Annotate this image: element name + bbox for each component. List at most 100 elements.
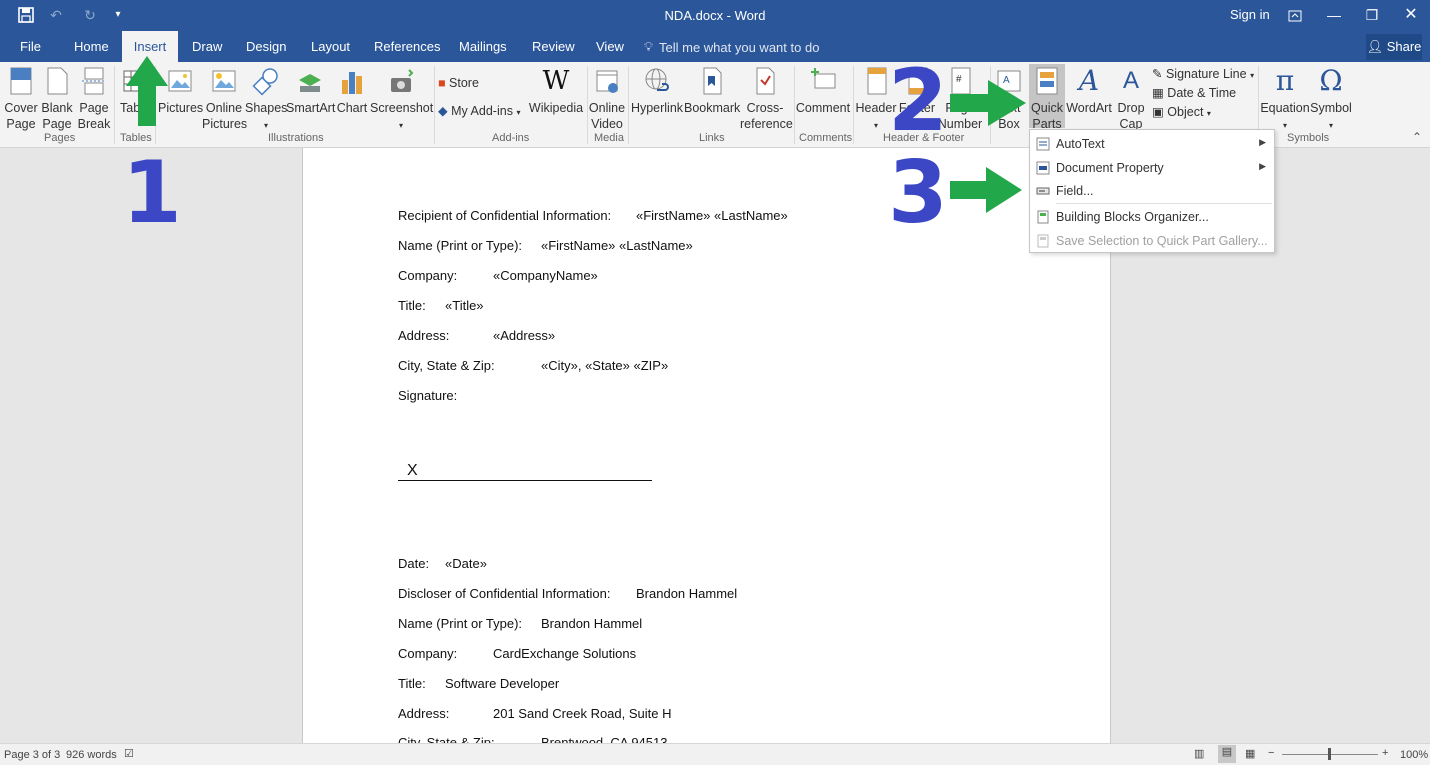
signature-line-button[interactable]: ✎ Signature Line ▾ — [1152, 66, 1254, 84]
menu-item-document-property[interactable]: Document Property ▶ — [1030, 156, 1274, 180]
collapse-ribbon-icon[interactable]: ⌃ — [1412, 130, 1422, 144]
zoom-slider-thumb[interactable] — [1328, 748, 1331, 760]
document-property-label: Document Property — [1056, 161, 1164, 175]
shapes-button[interactable]: Shapes ▾ — [245, 66, 287, 134]
address2-label: Address: — [398, 706, 450, 721]
undo-icon[interactable]: ↶ — [48, 7, 64, 23]
share-button[interactable]: 👤︎ Share — [1366, 34, 1422, 60]
zoom-in-icon[interactable]: + — [1382, 747, 1388, 759]
zoom-level[interactable]: 100% — [1400, 749, 1428, 761]
ribbon-display-options-icon[interactable] — [1276, 0, 1314, 31]
shapes-label: Shapes — [245, 101, 288, 115]
quick-parts-icon — [1036, 67, 1058, 95]
name2-value: Brandon Hammel — [541, 616, 643, 631]
menu-separator — [1056, 203, 1272, 204]
pi-icon: π — [1275, 64, 1295, 97]
object-button[interactable]: ▣ Object ▾ — [1152, 104, 1211, 122]
tab-draw[interactable]: Draw — [190, 31, 224, 62]
share-label: Share — [1386, 39, 1422, 54]
drop-cap-button[interactable]: A Drop Cap — [1114, 66, 1148, 132]
autotext-label: AutoText — [1056, 137, 1105, 151]
read-mode-icon[interactable]: ▥ — [1194, 747, 1204, 760]
step-3-number: 3 — [888, 143, 948, 243]
date-time-button[interactable]: ▦ Date & Time — [1152, 85, 1236, 101]
date-label: Date: — [398, 556, 430, 571]
comments-group-label: Comments — [799, 132, 853, 144]
screenshot-button[interactable]: Screenshot ▾ — [370, 66, 433, 134]
media-group-label: Media — [594, 132, 624, 144]
equation-button[interactable]: π Equation ▾ — [1260, 66, 1310, 134]
cross-reference-icon — [756, 67, 775, 95]
print-layout-icon[interactable]: ▤ — [1218, 745, 1236, 763]
signature-line-label: Signature Line — [1165, 67, 1247, 81]
tell-me-search[interactable]: Tell me what you want to do — [659, 40, 819, 55]
sign-in-link[interactable]: Sign in — [1230, 7, 1270, 22]
menu-item-autotext[interactable]: AutoText ▶ — [1030, 132, 1274, 156]
hyperlink-icon — [645, 68, 669, 91]
separator — [434, 66, 435, 144]
date-value: «Date» — [445, 556, 487, 571]
cross-reference-button[interactable]: Cross- reference — [740, 66, 793, 132]
customize-qat-icon[interactable]: ▾ — [110, 7, 126, 23]
quick-parts-button[interactable]: Quick Parts — [1029, 64, 1065, 131]
proofing-icon[interactable]: ☑ — [124, 747, 134, 760]
symbol-button[interactable]: Ω Symbol ▾ — [1310, 66, 1352, 134]
object-icon: ▣ — [1152, 105, 1164, 119]
tab-mailings[interactable]: Mailings — [457, 31, 509, 62]
comment-button[interactable]: Comment — [795, 66, 851, 116]
blank-page-icon — [47, 67, 68, 95]
tab-review[interactable]: Review — [530, 31, 577, 62]
zoom-out-icon[interactable]: − — [1268, 747, 1274, 759]
tab-layout[interactable]: Layout — [309, 31, 352, 62]
save-icon[interactable] — [18, 7, 34, 23]
cover-page-button[interactable]: Cover Page — [3, 66, 39, 132]
smartart-label: SmartArt — [286, 101, 336, 115]
word-count[interactable]: 926 words — [66, 749, 117, 761]
tab-references[interactable]: References — [372, 31, 442, 62]
hyperlink-button[interactable]: Hyperlink — [630, 66, 684, 116]
quick-parts-menu: AutoText ▶ Document Property ▶ Field... … — [1029, 129, 1275, 253]
signature-line-dropdown-icon: ▾ — [1250, 71, 1255, 80]
bookmark-button[interactable]: Bookmark — [684, 66, 740, 116]
address1-label: Address: — [398, 328, 450, 343]
tab-home[interactable]: Home — [72, 31, 111, 62]
wikipedia-icon: W — [542, 66, 570, 96]
my-addins-button[interactable]: ◆ My Add-ins ▾ — [438, 103, 520, 121]
document-page[interactable]: Recipient of Confidential Information: «… — [302, 148, 1111, 750]
store-button[interactable]: ■ Store — [438, 75, 479, 91]
chart-button[interactable]: Chart — [336, 66, 368, 116]
drop-cap-label: Drop Cap — [1117, 101, 1145, 131]
online-pictures-button[interactable]: Online Pictures — [202, 66, 247, 132]
menu-item-save-selection[interactable]: Save Selection to Quick Part Gallery... — [1030, 229, 1274, 253]
person-icon: 👤︎ — [1366, 39, 1387, 54]
shapes-icon — [252, 68, 278, 96]
discloser-label: Discloser of Confidential Information: — [398, 586, 611, 601]
menu-item-field[interactable]: Field... — [1030, 179, 1274, 203]
blank-page-button[interactable]: Blank Page — [40, 66, 74, 132]
smartart-button[interactable]: SmartArt — [286, 66, 336, 116]
tab-view[interactable]: View — [594, 31, 626, 62]
page-break-button[interactable]: Page Break — [76, 66, 112, 132]
online-video-button[interactable]: Online Video — [588, 66, 626, 132]
building-blocks-icon — [1037, 210, 1049, 224]
pages-group-label: Pages — [44, 132, 76, 144]
signature-label: Signature: — [398, 388, 458, 403]
restore-icon[interactable]: ❐ — [1353, 0, 1391, 31]
links-group-label: Links — [699, 132, 725, 144]
tab-file[interactable]: File — [18, 31, 43, 62]
online-video-label: Online Video — [588, 101, 626, 131]
online-video-icon — [596, 70, 618, 93]
menu-item-building-blocks-organizer[interactable]: Building Blocks Organizer... — [1030, 205, 1274, 229]
close-icon[interactable]: ✕ — [1392, 0, 1430, 31]
green-arrow-right-icon — [950, 167, 1022, 213]
redo-icon[interactable]: ↻ — [82, 7, 98, 23]
wordart-button[interactable]: A WordArt — [1066, 66, 1112, 116]
title2-label: Title: — [398, 676, 426, 691]
step-1-number: 1 — [122, 143, 182, 243]
minimize-icon[interactable]: — — [1315, 0, 1353, 31]
tab-design[interactable]: Design — [244, 31, 288, 62]
web-layout-icon[interactable]: ▦ — [1245, 747, 1255, 760]
wikipedia-button[interactable]: W Wikipedia — [528, 66, 584, 116]
field-icon — [1036, 187, 1050, 195]
page-count[interactable]: Page 3 of 3 — [4, 749, 60, 761]
